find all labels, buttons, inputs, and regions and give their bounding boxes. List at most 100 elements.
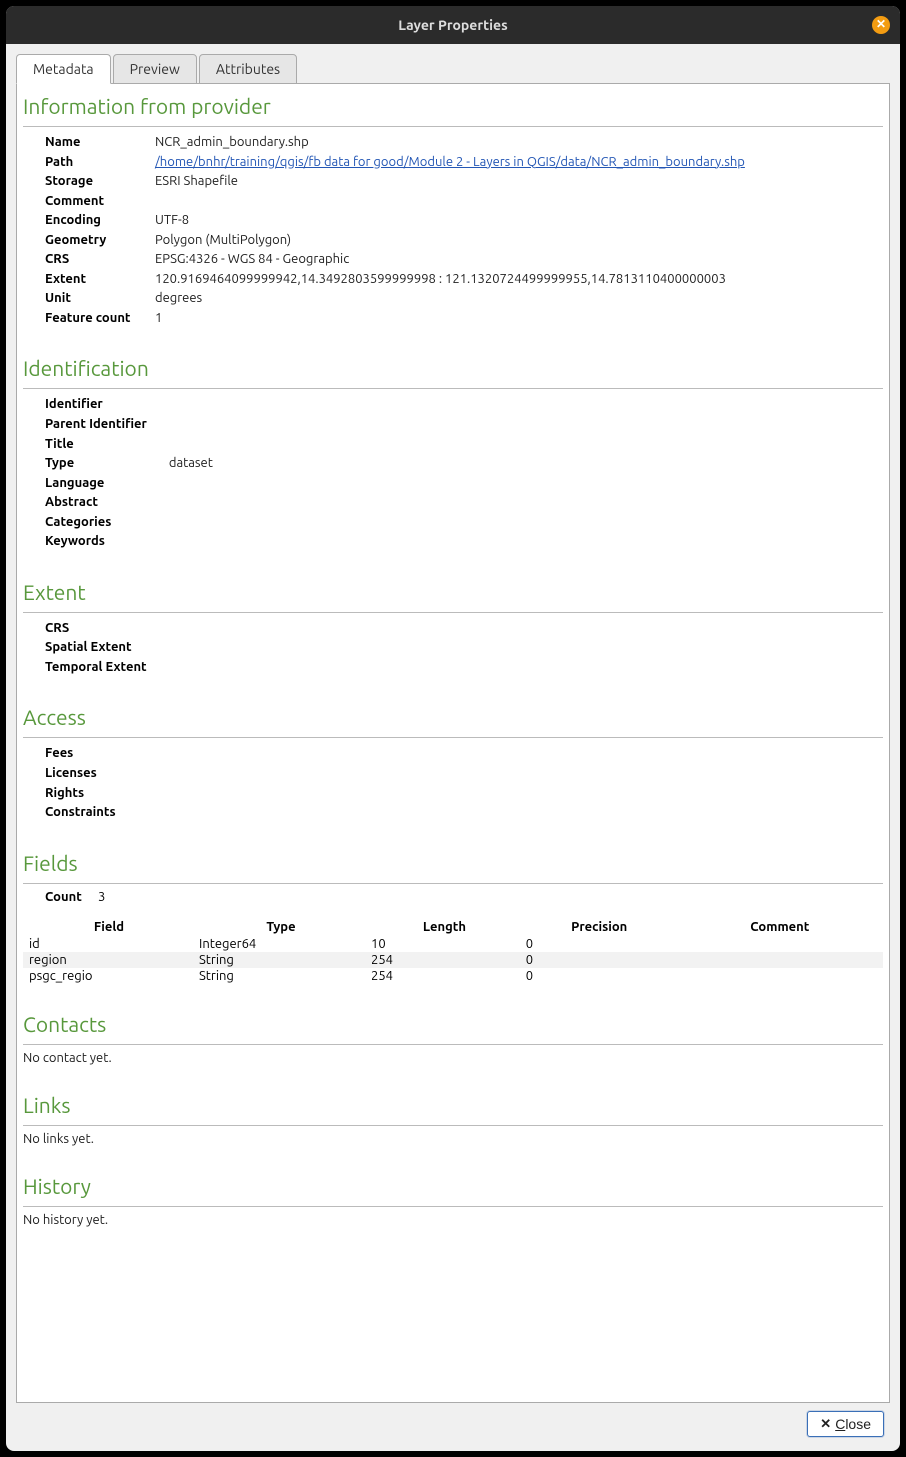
cell-comment xyxy=(677,952,883,968)
cell-comment xyxy=(677,936,883,952)
section-title-history: History xyxy=(23,1174,883,1202)
label-spatial-extent: Spatial Extent xyxy=(45,638,169,658)
section-title-links: Links xyxy=(23,1093,883,1121)
label-parent-identifier: Parent Identifier xyxy=(45,415,169,435)
section-contacts: Contacts No contact yet. xyxy=(23,1012,883,1065)
label-type: Type xyxy=(45,454,169,474)
fields-header-precision: Precision xyxy=(522,918,677,936)
tab-metadata[interactable]: Metadata xyxy=(16,54,111,84)
tab-attributes[interactable]: Attributes xyxy=(199,54,297,84)
section-title-access: Access xyxy=(23,705,883,733)
metadata-scroll[interactable]: Information from provider Name NCR_admin… xyxy=(17,84,889,1402)
label-identifier: Identifier xyxy=(45,395,169,415)
button-row: ✕ Close xyxy=(16,1403,890,1441)
value-parent-identifier xyxy=(169,415,213,435)
section-info-provider: Information from provider Name NCR_admin… xyxy=(23,94,883,328)
identification-table: Identifier Parent Identifier Title Typed… xyxy=(45,395,213,551)
section-access: Access Fees Licenses Rights Constraints xyxy=(23,705,883,822)
section-links: Links No links yet. xyxy=(23,1093,883,1146)
contacts-message: No contact yet. xyxy=(23,1051,883,1065)
value-storage: ESRI Shapefile xyxy=(155,172,745,192)
label-constraints: Constraints xyxy=(45,803,155,823)
cell-length: 254 xyxy=(367,968,522,984)
divider xyxy=(23,126,883,127)
divider xyxy=(23,612,883,613)
provider-table: Name NCR_admin_boundary.shp Path /home/b… xyxy=(45,133,745,328)
cell-field: id xyxy=(23,936,195,952)
label-crs: CRS xyxy=(45,250,155,270)
label-fees: Fees xyxy=(45,744,155,764)
value-crs: EPSG:4326 - WGS 84 - Geographic xyxy=(155,250,745,270)
label-abstract: Abstract xyxy=(45,493,169,513)
section-title-identification: Identification xyxy=(23,356,883,384)
divider xyxy=(23,883,883,884)
fields-header-type: Type xyxy=(195,918,367,936)
section-title-extent: Extent xyxy=(23,580,883,608)
tab-panel: Information from provider Name NCR_admin… xyxy=(16,83,890,1403)
label-keywords: Keywords xyxy=(45,532,169,552)
table-row: psgc_regioString2540 xyxy=(23,968,883,984)
tab-preview[interactable]: Preview xyxy=(113,54,197,84)
cell-length: 10 xyxy=(367,936,522,952)
divider xyxy=(23,388,883,389)
table-row: regionString2540 xyxy=(23,952,883,968)
label-path: Path xyxy=(45,153,155,173)
value-feature-count: 1 xyxy=(155,309,745,329)
value-geometry: Polygon (MultiPolygon) xyxy=(155,231,745,251)
value-abstract xyxy=(169,493,213,513)
close-button[interactable]: ✕ Close xyxy=(807,1411,884,1437)
label-feature-count: Feature count xyxy=(45,309,155,329)
label-ext-crs: CRS xyxy=(45,619,169,639)
label-encoding: Encoding xyxy=(45,211,155,231)
close-button-label: Close xyxy=(835,1416,871,1432)
value-encoding: UTF-8 xyxy=(155,211,745,231)
value-categories xyxy=(169,513,213,533)
titlebar: Layer Properties ✕ xyxy=(6,6,900,44)
value-keywords xyxy=(169,532,213,552)
fields-header-comment: Comment xyxy=(677,918,883,936)
fields-header-field: Field xyxy=(23,918,195,936)
label-title: Title xyxy=(45,435,169,455)
cell-type: String xyxy=(195,952,367,968)
section-title-contacts: Contacts xyxy=(23,1012,883,1040)
cell-field: region xyxy=(23,952,195,968)
divider xyxy=(23,1206,883,1207)
label-categories: Categories xyxy=(45,513,169,533)
window-title: Layer Properties xyxy=(398,17,507,33)
cell-comment xyxy=(677,968,883,984)
cell-precision: 0 xyxy=(522,952,677,968)
fields-header-length: Length xyxy=(367,918,522,936)
section-identification: Identification Identifier Parent Identif… xyxy=(23,356,883,551)
label-language: Language xyxy=(45,474,169,494)
label-licenses: Licenses xyxy=(45,764,155,784)
cell-precision: 0 xyxy=(522,936,677,952)
tabbar: Metadata Preview Attributes xyxy=(16,54,890,84)
value-language xyxy=(169,474,213,494)
value-title xyxy=(169,435,213,455)
label-unit: Unit xyxy=(45,289,155,309)
label-geometry: Geometry xyxy=(45,231,155,251)
section-title-info: Information from provider xyxy=(23,94,883,122)
fields-count: Count 3 xyxy=(45,890,883,904)
section-fields: Fields Count 3 Field Type Length Precisi xyxy=(23,851,883,984)
value-field-count: 3 xyxy=(98,890,105,904)
section-history: History No history yet. xyxy=(23,1174,883,1227)
access-table: Fees Licenses Rights Constraints xyxy=(45,744,155,822)
cell-field: psgc_regio xyxy=(23,968,195,984)
value-identifier xyxy=(169,395,213,415)
value-comment xyxy=(155,192,745,212)
label-comment: Comment xyxy=(45,192,155,212)
dialog-window: Layer Properties ✕ Metadata Preview Attr… xyxy=(6,6,900,1451)
divider xyxy=(23,737,883,738)
extent-table: CRS Spatial Extent Temporal Extent xyxy=(45,619,169,678)
value-name: NCR_admin_boundary.shp xyxy=(155,133,745,153)
links-message: No links yet. xyxy=(23,1132,883,1146)
label-extent: Extent xyxy=(45,270,155,290)
history-message: No history yet. xyxy=(23,1213,883,1227)
label-name: Name xyxy=(45,133,155,153)
close-icon[interactable]: ✕ xyxy=(872,16,890,34)
section-extent: Extent CRS Spatial Extent Temporal Exten… xyxy=(23,580,883,678)
divider xyxy=(23,1044,883,1045)
dialog-body: Metadata Preview Attributes Information … xyxy=(6,44,900,1451)
value-path[interactable]: /home/bnhr/training/qgis/fb data for goo… xyxy=(155,155,745,169)
